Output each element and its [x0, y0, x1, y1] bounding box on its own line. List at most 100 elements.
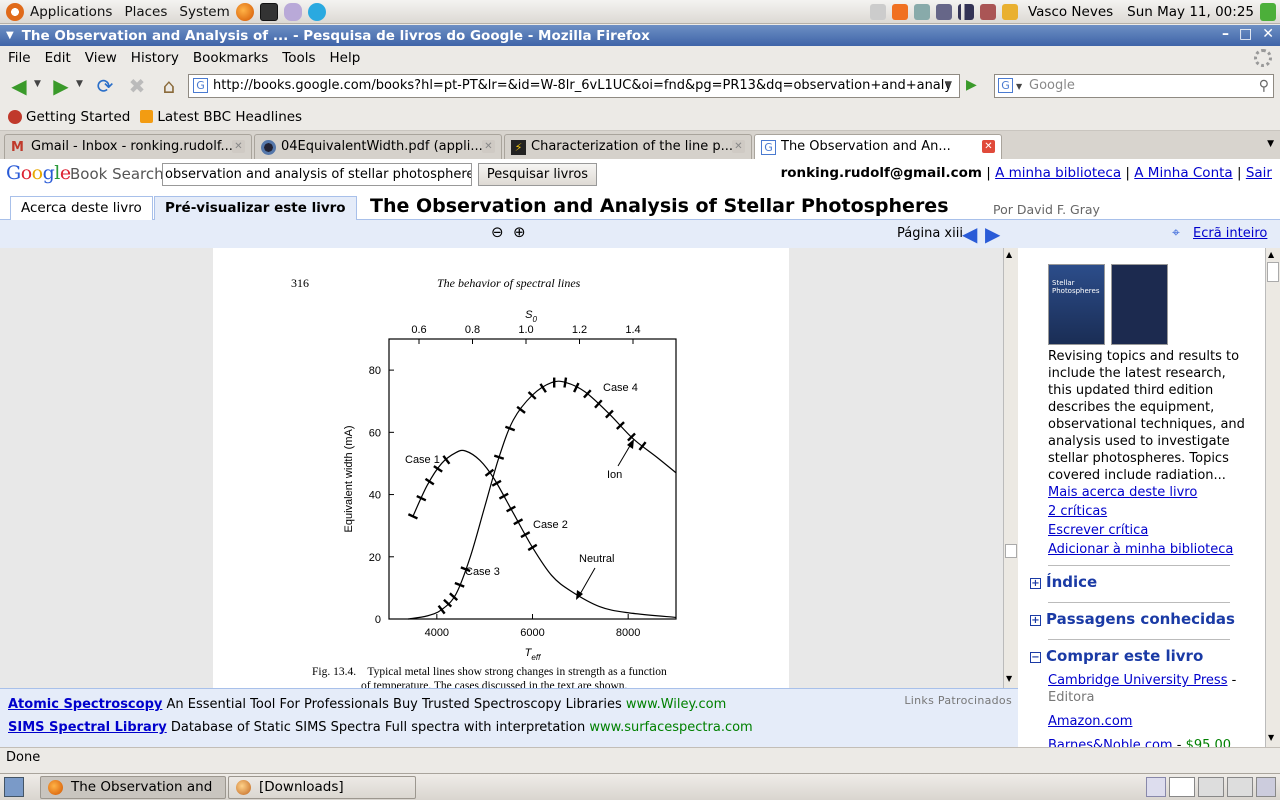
section-popular-passages[interactable]: + Passagens conhecidas — [1030, 610, 1235, 628]
search-magnifier-icon[interactable]: ⚲ — [1259, 75, 1269, 97]
bookmark-getting-started[interactable]: Getting Started — [26, 109, 130, 125]
window-titlebar[interactable]: ▼ The Observation and Analysis of ... - … — [0, 25, 1280, 46]
url-dropdown-icon[interactable]: ▼ — [945, 80, 952, 90]
zoom-out-icon[interactable]: ⊖ — [491, 223, 504, 241]
terminal-launcher-icon[interactable] — [259, 2, 278, 21]
workspace-3[interactable] — [1198, 777, 1224, 797]
close-window-icon[interactable]: ✕ — [1262, 26, 1274, 42]
places-menu[interactable]: Places — [124, 4, 167, 20]
menu-history[interactable]: History — [131, 50, 179, 66]
my-library-link[interactable]: A minha biblioteca — [995, 165, 1121, 181]
skype-launcher-icon[interactable] — [307, 2, 326, 21]
shop-cambridge-link[interactable]: Cambridge University Press — [1048, 673, 1227, 688]
show-desktop-icon[interactable] — [4, 777, 24, 797]
tray-network-icon[interactable] — [869, 4, 886, 20]
viewer-scrollbar[interactable]: ▲ ▼ — [1003, 248, 1018, 688]
menu-file[interactable]: File — [8, 50, 31, 66]
scroll-up-icon[interactable]: ▲ — [1268, 250, 1274, 259]
tab-observation-active[interactable]: G The Observation and An... ✕ — [754, 134, 1002, 160]
pidgin-launcher-icon[interactable] — [283, 2, 302, 21]
book-cover-front[interactable]: Stellar Photospheres — [1048, 264, 1105, 345]
book-search-button[interactable]: Pesquisar livros — [478, 163, 597, 186]
ad-title-atomic-spectroscopy[interactable]: Atomic Spectroscopy — [8, 697, 162, 712]
scroll-thumb[interactable] — [1005, 544, 1017, 558]
user-name[interactable]: Vasco Neves — [1028, 4, 1113, 20]
tab-pdf[interactable]: 04EquivalentWidth.pdf (appli... ✕ — [254, 134, 502, 159]
section-buy-book[interactable]: − Comprar este livro — [1030, 647, 1203, 665]
book-viewer[interactable]: 316 The behavior of spectral lines 4000 6… — [0, 248, 1018, 688]
taskbar-downloads[interactable]: [Downloads] — [228, 776, 416, 799]
url-bar[interactable]: G http://books.google.com/books?hl=pt-PT… — [188, 74, 960, 98]
tab-list-dropdown-icon[interactable]: ▼ — [1267, 139, 1274, 149]
running-man-icon[interactable] — [1260, 3, 1276, 21]
tab-characterization[interactable]: ⚡ Characterization of the line p... ✕ — [504, 134, 752, 159]
tab-close-icon[interactable]: ✕ — [232, 140, 245, 153]
menu-bookmarks[interactable]: Bookmarks — [193, 50, 268, 66]
menu-help[interactable]: Help — [330, 50, 361, 66]
shop-amazon-link[interactable]: Amazon.com — [1048, 714, 1132, 729]
system-menu[interactable]: System — [179, 4, 229, 20]
tab-close-icon[interactable]: ✕ — [732, 140, 745, 153]
tray-device-icon[interactable] — [913, 4, 930, 20]
zoom-in-icon[interactable]: ⊕ — [513, 223, 526, 241]
fullscreen-icon[interactable]: ⌖ — [1172, 225, 1180, 241]
page-scrollbar[interactable]: ▲ ▼ — [1265, 248, 1280, 747]
window-menu-icon[interactable]: ▼ — [6, 30, 14, 41]
scroll-thumb[interactable] — [1267, 262, 1279, 282]
tab-gmail[interactable]: M Gmail - Inbox - ronking.rudolf... ✕ — [4, 134, 252, 159]
google-logo[interactable]: Google — [6, 162, 71, 184]
workspace-4[interactable] — [1227, 777, 1253, 797]
scroll-down-icon[interactable]: ▼ — [1006, 674, 1012, 683]
book-search-input[interactable]: observation and analysis of stellar phot… — [162, 163, 472, 186]
tray-signal-icon[interactable] — [957, 4, 974, 20]
my-account-link[interactable]: A Minha Conta — [1134, 165, 1232, 181]
ad-title-sims-library[interactable]: SIMS Spectral Library — [8, 720, 167, 735]
back-button[interactable]: ◀ — [6, 73, 32, 99]
taskbar-firefox[interactable]: The Observation and ... — [40, 776, 226, 799]
menu-view[interactable]: View — [85, 50, 117, 66]
home-button[interactable]: ⌂ — [156, 73, 182, 99]
trash-icon[interactable] — [1256, 777, 1276, 797]
forward-button[interactable]: ▶ — [48, 73, 74, 99]
add-to-library-link[interactable]: Adicionar à minha biblioteca — [1048, 540, 1233, 559]
search-engine-icon[interactable]: G — [998, 78, 1013, 93]
next-page-icon[interactable]: ▶ — [985, 222, 1000, 246]
book-cover-back[interactable] — [1111, 264, 1168, 345]
fullscreen-link[interactable]: Ecrã inteiro — [1193, 226, 1267, 241]
bookmark-bbc-headlines[interactable]: Latest BBC Headlines — [157, 109, 302, 125]
forward-history-dropdown-icon[interactable]: ▼ — [76, 79, 83, 89]
menu-edit[interactable]: Edit — [45, 50, 71, 66]
tab-preview-book[interactable]: Pré-visualizar este livro — [154, 196, 357, 221]
more-about-book-link[interactable]: Mais acerca deste livro — [1048, 483, 1233, 502]
previous-page-icon[interactable]: ◀ — [962, 222, 977, 246]
clock[interactable]: Sun May 11, 00:25 — [1127, 4, 1254, 20]
tray-weather-icon[interactable] — [1001, 4, 1018, 20]
sign-out-link[interactable]: Sair — [1246, 165, 1272, 181]
workspace-1[interactable] — [1146, 777, 1166, 797]
ad-url[interactable]: www.Wiley.com — [626, 697, 726, 712]
search-box[interactable]: G ▼ Google ⚲ — [994, 74, 1274, 98]
reviews-link[interactable]: 2 críticas — [1048, 502, 1233, 521]
tray-update-icon[interactable] — [891, 4, 908, 20]
stop-button[interactable]: ✖ — [124, 73, 150, 99]
firefox-launcher-icon[interactable] — [235, 2, 254, 21]
tab-close-icon[interactable]: ✕ — [982, 140, 995, 153]
reload-button[interactable]: ⟳ — [92, 73, 118, 99]
back-history-dropdown-icon[interactable]: ▼ — [34, 79, 41, 89]
ubuntu-logo-icon[interactable] — [6, 2, 24, 21]
ad-url[interactable]: www.surfacespectra.com — [589, 720, 752, 735]
tab-close-icon[interactable]: ✕ — [482, 140, 495, 153]
scroll-up-icon[interactable]: ▲ — [1006, 250, 1012, 259]
applications-menu[interactable]: Applications — [30, 4, 112, 20]
menu-tools[interactable]: Tools — [282, 50, 315, 66]
go-arrow-icon[interactable]: ▶ — [966, 77, 977, 93]
workspace-2[interactable] — [1169, 777, 1195, 797]
shop-barnes-noble-link[interactable]: Barnes&Noble.com — [1048, 738, 1173, 747]
search-engine-dropdown-icon[interactable]: ▼ — [1016, 76, 1022, 98]
maximize-icon[interactable]: □ — [1239, 26, 1252, 42]
tray-volume-icon[interactable] — [979, 4, 996, 20]
minimize-icon[interactable]: – — [1222, 26, 1229, 42]
tab-about-book[interactable]: Acerca deste livro — [10, 196, 153, 221]
scroll-down-icon[interactable]: ▼ — [1268, 733, 1274, 742]
write-review-link[interactable]: Escrever crítica — [1048, 521, 1233, 540]
